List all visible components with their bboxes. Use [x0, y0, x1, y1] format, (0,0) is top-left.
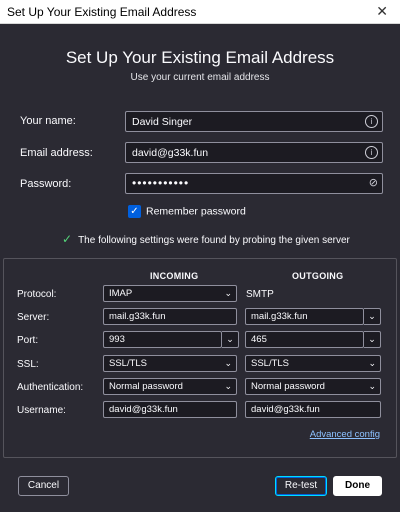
outgoing-username-input[interactable]: david@g33k.fun: [245, 401, 381, 418]
chevron-down-icon: ⌄: [368, 358, 376, 368]
chevron-down-icon: ⌄: [368, 381, 376, 391]
protocol-label: Protocol:: [17, 289, 57, 300]
incoming-server-input[interactable]: mail.g33k.fun: [103, 308, 237, 325]
remember-label: Remember password: [146, 205, 246, 218]
done-button[interactable]: Done: [333, 476, 382, 496]
chevron-down-icon: ⌄: [224, 288, 232, 298]
outgoing-header: OUTGOING: [292, 271, 344, 281]
email-field[interactable]: david@g33k.fun i: [125, 142, 383, 163]
incoming-username-value: david@g33k.fun: [109, 404, 178, 415]
chevron-down-icon[interactable]: ⌄: [222, 331, 239, 348]
incoming-auth-value: Normal password: [109, 381, 183, 392]
chevron-down-icon[interactable]: ⌄: [364, 308, 381, 325]
found-text: The following settings were found by pro…: [78, 235, 350, 246]
eye-slash-icon[interactable]: ⊘: [369, 176, 378, 189]
password-field[interactable]: ••••••••••• ⊘: [125, 173, 383, 194]
incoming-port-input[interactable]: 993: [103, 331, 222, 348]
window-titlebar: Set Up Your Existing Email Address ✕: [0, 0, 400, 24]
incoming-protocol-value: IMAP: [109, 288, 133, 299]
authentication-label: Authentication:: [17, 382, 84, 393]
outgoing-ssl-select[interactable]: SSL/TLS ⌄: [245, 355, 381, 372]
password-label: Password:: [20, 178, 72, 190]
outgoing-username-value: david@g33k.fun: [251, 404, 320, 415]
outgoing-server-value: mail.g33k.fun: [251, 311, 308, 322]
cancel-button[interactable]: Cancel: [18, 476, 69, 496]
incoming-auth-select[interactable]: Normal password ⌄: [103, 378, 237, 395]
info-icon: i: [365, 146, 378, 159]
remember-password-checkbox[interactable]: ✓ Remember password: [128, 205, 246, 218]
outgoing-auth-select[interactable]: Normal password ⌄: [245, 378, 381, 395]
checkbox-check-icon: ✓: [128, 205, 141, 218]
password-value: •••••••••••: [132, 176, 190, 190]
advanced-config-link[interactable]: Advanced config: [310, 429, 380, 440]
page-title: Set Up Your Existing Email Address: [65, 48, 335, 67]
window-title: Set Up Your Existing Email Address: [7, 5, 197, 19]
checkmark-icon: ✓: [62, 232, 73, 246]
outgoing-port-value: 465: [251, 334, 267, 345]
close-icon[interactable]: ✕: [376, 3, 388, 20]
chevron-down-icon: ⌄: [224, 358, 232, 368]
outgoing-ssl-value: SSL/TLS: [251, 358, 290, 369]
incoming-ssl-value: SSL/TLS: [109, 358, 148, 369]
found-status: ✓ The following settings were found by pr…: [62, 232, 350, 246]
email-value: david@g33k.fun: [132, 147, 209, 159]
incoming-protocol-select[interactable]: IMAP ⌄: [103, 285, 237, 302]
retest-button[interactable]: Re-test: [275, 476, 327, 496]
incoming-server-value: mail.g33k.fun: [109, 311, 166, 322]
outgoing-protocol: SMTP: [246, 289, 274, 300]
server-label: Server:: [17, 312, 50, 323]
ssl-label: SSL:: [17, 359, 39, 370]
name-label: Your name:: [20, 115, 76, 127]
chevron-down-icon: ⌄: [224, 381, 232, 391]
chevron-down-icon[interactable]: ⌄: [364, 331, 381, 348]
email-label: Email address:: [20, 147, 93, 159]
outgoing-port-input[interactable]: 465: [245, 331, 364, 348]
info-icon: i: [365, 115, 378, 128]
username-label: Username:: [17, 405, 66, 416]
outgoing-auth-value: Normal password: [251, 381, 325, 392]
incoming-port-value: 993: [109, 334, 125, 345]
outgoing-server-input[interactable]: mail.g33k.fun: [245, 308, 364, 325]
incoming-header: INCOMING: [150, 271, 199, 281]
incoming-username-input[interactable]: david@g33k.fun: [103, 401, 237, 418]
name-field[interactable]: David Singer i: [125, 111, 383, 132]
incoming-ssl-select[interactable]: SSL/TLS ⌄: [103, 355, 237, 372]
name-value: David Singer: [132, 116, 193, 128]
port-label: Port:: [17, 335, 39, 346]
page-subtitle: Use your current email address: [130, 72, 270, 83]
